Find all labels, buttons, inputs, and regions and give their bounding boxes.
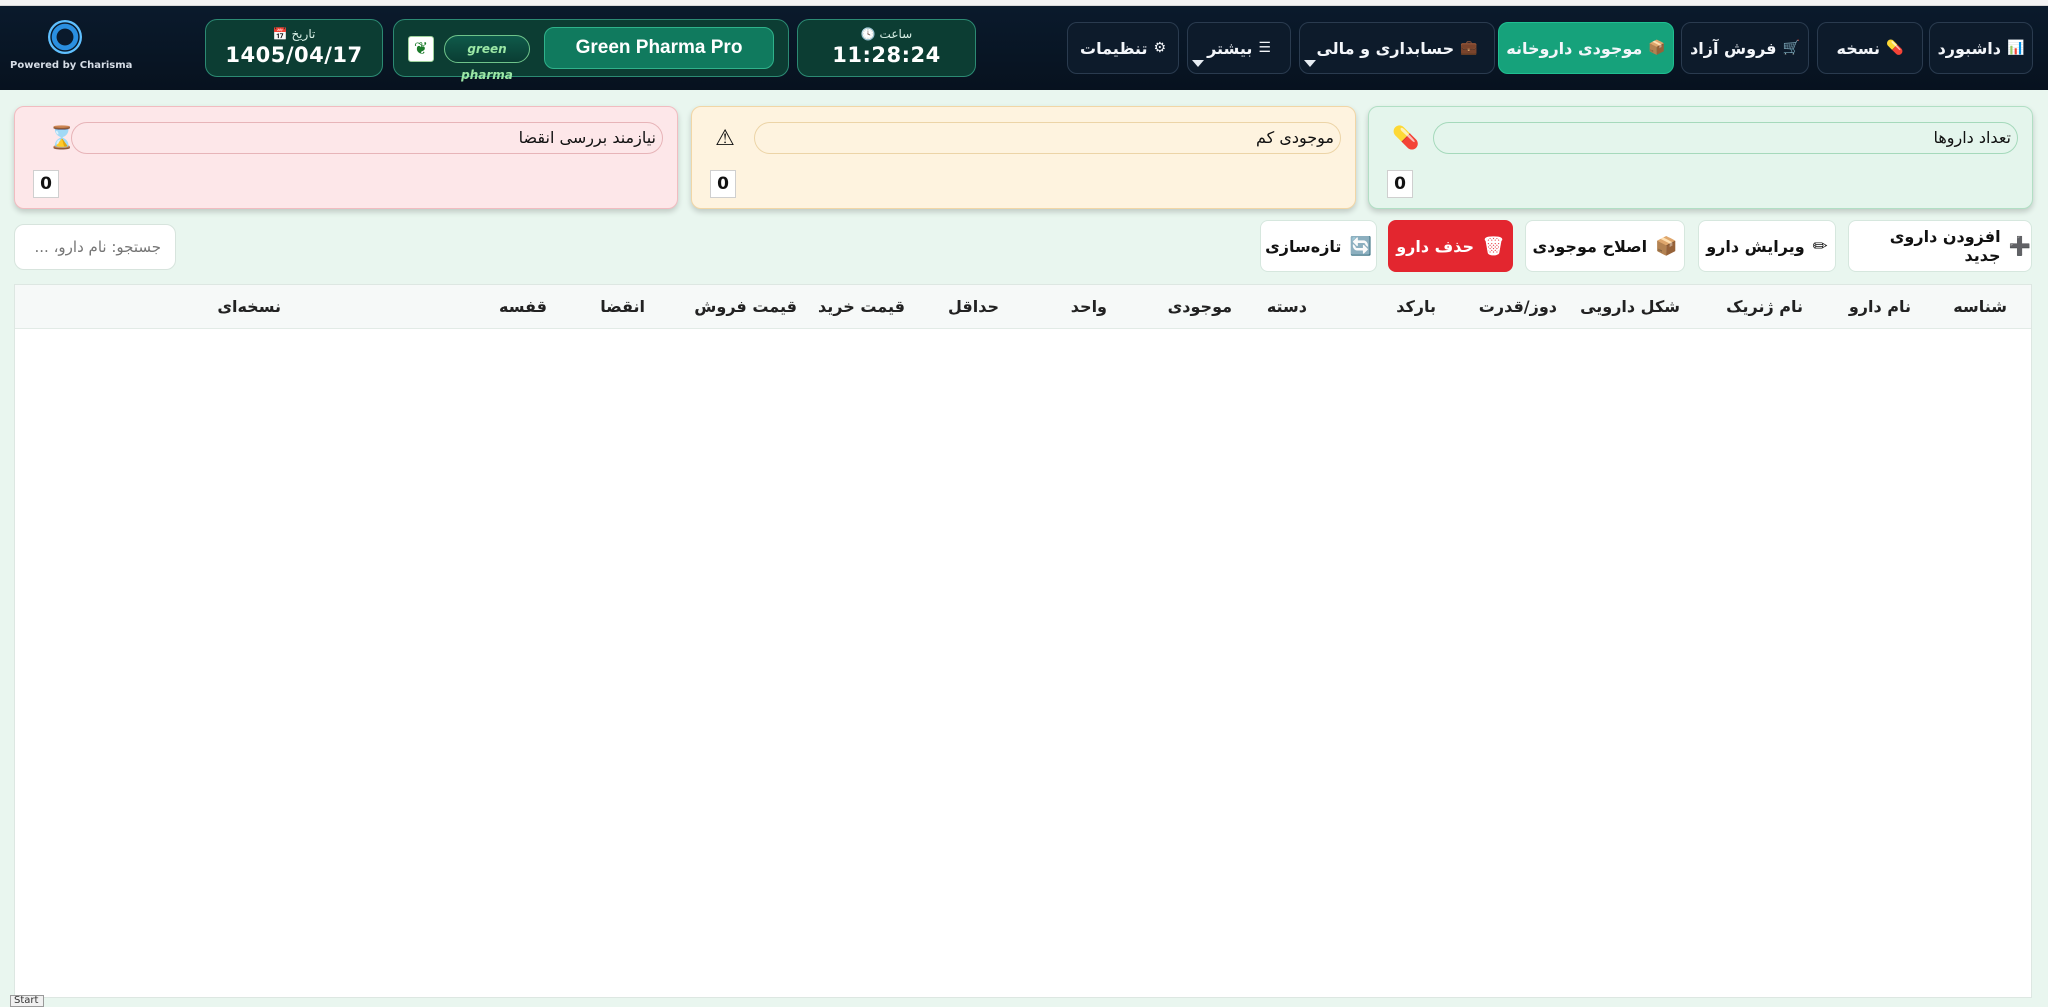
stat-expiry-label: نیازمند بررسی انقضا	[71, 122, 663, 154]
nav-more[interactable]: ☰ بیشتر	[1187, 22, 1291, 74]
nav-pharmacy-inventory[interactable]: 📦 موجودی داروخانه	[1498, 22, 1674, 74]
nav-dashboard[interactable]: 📊 داشبورد	[1929, 22, 2033, 74]
box-icon: 📦	[1655, 235, 1678, 257]
menu-icon: ☰	[1258, 40, 1271, 56]
drugs-table: شناسه نام دارو نام ژنریک شکل دارویی دوز/…	[14, 284, 2032, 998]
chevron-down-icon	[1192, 60, 1204, 67]
app-header: Powered by Charisma 📅 تاریخ 1405/04/17 ❦…	[0, 6, 2048, 90]
stat-card-total-drugs: 💊 تعداد داروها 0	[1368, 106, 2033, 209]
charisma-brand: Powered by Charisma	[10, 20, 133, 82]
col-prescription-only[interactable]: نسخه‌ای	[217, 285, 281, 329]
col-dose-strength[interactable]: دوز/قدرت	[1479, 285, 1557, 329]
time-value: 11:28:24	[832, 43, 941, 67]
nav-more-label: بیشتر	[1207, 38, 1253, 58]
charisma-logo-icon	[48, 20, 82, 54]
search-input[interactable]	[14, 224, 176, 270]
stat-low-count: 0	[710, 170, 736, 198]
time-label: 🕓 ساعت	[860, 27, 913, 41]
nav-dashboard-label: داشبورد	[1937, 38, 2001, 58]
col-purchase-price[interactable]: قیمت خرید	[818, 285, 905, 329]
warning-icon: ⚠	[715, 125, 735, 151]
briefcase-icon: 💼	[1460, 40, 1478, 56]
powered-by-text: Powered by Charisma	[10, 60, 133, 71]
refresh-icon: 🔄	[1349, 235, 1372, 257]
gear-icon: ⚙	[1153, 40, 1167, 56]
col-unit[interactable]: واحد	[1071, 285, 1107, 329]
adjust-stock-label: اصلاح موجودی	[1532, 236, 1648, 256]
edit-drug-label: ویرایش دارو	[1706, 236, 1805, 256]
cart-icon: 🛒	[1782, 40, 1800, 56]
adjust-stock-button[interactable]: 📦 اصلاح موجودی	[1525, 220, 1685, 272]
refresh-label: تازه‌سازی	[1265, 236, 1342, 256]
start-button[interactable]: Start	[10, 995, 44, 1007]
nav-accounting-label: حسابداری و مالی	[1316, 38, 1455, 58]
date-card: 📅 تاریخ 1405/04/17	[205, 19, 383, 77]
leaf-icon: ❦	[408, 36, 434, 62]
stat-card-low-stock: ⚠ موجودی کم 0	[691, 106, 1356, 209]
box-icon: 📦	[1648, 40, 1666, 56]
plus-icon: ➕	[2008, 235, 2031, 257]
nav-free-sale[interactable]: 🛒 فروش آزاد	[1681, 22, 1809, 74]
nav-settings-label: تنظیمات	[1079, 38, 1148, 58]
pill-icon: 💊	[1886, 40, 1904, 56]
trash-icon: 🗑	[1481, 235, 1505, 257]
delete-drug-label: حذف دارو	[1396, 236, 1474, 256]
nav-inventory-label: موجودی داروخانه	[1506, 38, 1643, 58]
pencil-icon: ✏	[1812, 235, 1828, 257]
refresh-button[interactable]: 🔄 تازه‌سازی	[1260, 220, 1377, 272]
col-minimum[interactable]: حداقل	[948, 285, 999, 329]
nav-free-sale-label: فروش آزاد	[1690, 38, 1777, 58]
nav-prescription[interactable]: 💊 نسخه	[1817, 22, 1923, 74]
chevron-down-icon	[1304, 60, 1316, 67]
edit-drug-button[interactable]: ✏ ویرایش دارو	[1698, 220, 1836, 272]
nav-prescription-label: نسخه	[1836, 38, 1881, 58]
stat-total-count: 0	[1387, 170, 1413, 198]
stat-low-label: موجودی کم	[754, 122, 1341, 154]
col-generic-name[interactable]: نام ژنریک	[1726, 285, 1803, 329]
table-header: شناسه نام دارو نام ژنریک شکل دارویی دوز/…	[15, 285, 2031, 329]
stat-card-expiry: ⌛ نیازمند بررسی انقضا 0	[14, 106, 678, 209]
col-category[interactable]: دسته	[1267, 285, 1307, 329]
clock-card: 🕓 ساعت 11:28:24	[797, 19, 976, 77]
add-drug-label: افزودن داروی جدید	[1889, 227, 2001, 265]
date-label: 📅 تاریخ	[272, 27, 316, 41]
green-pharma-logo: green pharma	[444, 35, 530, 82]
col-stock[interactable]: موجودی	[1168, 285, 1232, 329]
col-sale-price[interactable]: قیمت فروش	[694, 285, 797, 329]
col-expiry[interactable]: انقضا	[600, 285, 645, 329]
nav-settings[interactable]: ⚙ تنظیمات	[1067, 22, 1179, 74]
chart-icon: 📊	[2007, 40, 2025, 56]
col-id[interactable]: شناسه	[1953, 285, 2007, 329]
stat-expiry-count: 0	[33, 170, 59, 198]
col-drug-name[interactable]: نام دارو	[1849, 285, 1911, 329]
app-name-button[interactable]: Green Pharma Pro	[544, 27, 774, 69]
pill-icon: 💊	[1392, 125, 1420, 151]
app-brand-card: ❦ green pharma Green Pharma Pro	[393, 19, 789, 82]
col-shelf[interactable]: قفسه	[499, 285, 547, 329]
col-barcode[interactable]: بارکد	[1396, 285, 1436, 329]
add-drug-button[interactable]: ➕ افزودن داروی جدید	[1848, 220, 2032, 272]
stat-total-label: تعداد داروها	[1433, 122, 2018, 154]
delete-drug-button[interactable]: 🗑 حذف دارو	[1388, 220, 1513, 272]
col-dosage-form[interactable]: شکل دارویی	[1580, 285, 1680, 329]
date-value: 1405/04/17	[225, 43, 363, 67]
nav-accounting[interactable]: 💼 حسابداری و مالی	[1299, 22, 1495, 74]
